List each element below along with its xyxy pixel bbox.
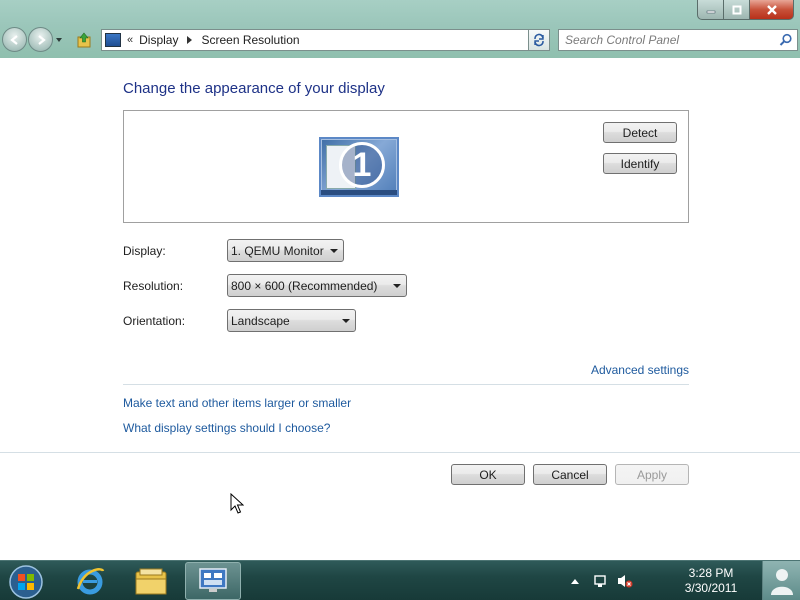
search-box xyxy=(558,29,798,51)
detect-button[interactable]: Detect xyxy=(603,122,677,143)
recent-pages-dropdown[interactable] xyxy=(53,27,65,52)
back-arrow-icon xyxy=(9,34,18,45)
caption-buttons xyxy=(697,0,794,20)
refresh-icon xyxy=(534,33,544,47)
network-icon[interactable] xyxy=(593,573,609,589)
display-select-value: 1. QEMU Monitor xyxy=(231,243,324,258)
chevron-down-icon xyxy=(330,249,338,253)
internet-explorer-icon xyxy=(76,568,105,595)
maximize-icon xyxy=(732,5,741,14)
breadcrumb-overflow[interactable]: « xyxy=(127,34,133,46)
taskbar-screen-resolution[interactable] xyxy=(185,562,241,600)
taskbar-internet-explorer[interactable] xyxy=(62,562,118,600)
display-select[interactable]: 1. QEMU Monitor xyxy=(227,239,344,262)
address-bar[interactable]: « Display Screen Resolution xyxy=(101,29,550,51)
monitor-number-badge: 1 xyxy=(339,142,385,188)
volume-muted-icon[interactable] xyxy=(617,573,633,589)
orientation-select[interactable]: Landscape xyxy=(227,309,356,332)
title-bar: « Display Screen Resolution xyxy=(0,0,800,58)
ok-button[interactable]: OK xyxy=(451,464,525,485)
maximize-button[interactable] xyxy=(724,0,750,20)
monitor-preview-taskbar xyxy=(321,190,397,195)
taskbar: 3:28 PM 3/30/2011 xyxy=(0,560,800,600)
monitor-arrangement-panel: 1 Detect Identify xyxy=(123,110,689,223)
chevron-down-icon xyxy=(342,319,350,323)
user-avatar-button[interactable] xyxy=(762,561,800,600)
apply-button[interactable]: Apply xyxy=(615,464,689,485)
search-icon[interactable] xyxy=(779,33,793,47)
orientation-label: Orientation: xyxy=(123,314,186,328)
display-label: Display: xyxy=(123,244,166,258)
monitor-thumbnail[interactable]: 1 xyxy=(319,137,399,197)
content-area: Change the appearance of your display 1 … xyxy=(0,58,800,560)
control-panel-icon xyxy=(105,33,121,47)
taskbar-windows-explorer[interactable] xyxy=(123,562,179,600)
text-size-link[interactable]: Make text and other items larger or smal… xyxy=(123,396,351,410)
display-help-link[interactable]: What display settings should I choose? xyxy=(123,421,330,435)
refresh-button[interactable] xyxy=(528,29,550,51)
forward-arrow-icon xyxy=(37,34,46,45)
display-control-panel-icon xyxy=(199,568,227,592)
search-input[interactable] xyxy=(559,30,773,50)
back-button[interactable] xyxy=(2,27,27,52)
cancel-button[interactable]: Cancel xyxy=(533,464,607,485)
clock-date: 3/30/2011 xyxy=(684,581,738,595)
start-orb-icon[interactable] xyxy=(6,564,46,600)
chevron-down-icon xyxy=(393,284,401,288)
button-bar-divider xyxy=(0,452,800,453)
resolution-select[interactable]: 800 × 600 (Recommended) xyxy=(227,274,407,297)
close-button[interactable] xyxy=(750,0,794,20)
forward-button[interactable] xyxy=(28,27,53,52)
identify-button[interactable]: Identify xyxy=(603,153,677,174)
close-icon xyxy=(766,4,777,15)
screen-resolution-window: « Display Screen Resolution Change the a… xyxy=(0,0,800,560)
navigation-buttons xyxy=(2,27,65,52)
breadcrumb-separator-icon[interactable] xyxy=(187,36,193,44)
system-clock[interactable]: 3:28 PM 3/30/2011 xyxy=(676,566,746,596)
resolution-label: Resolution: xyxy=(123,279,184,293)
section-divider xyxy=(123,384,689,385)
breadcrumb-display[interactable]: Display xyxy=(139,33,178,47)
advanced-settings-link[interactable]: Advanced settings xyxy=(591,363,689,377)
user-icon xyxy=(770,569,793,595)
windows-explorer-icon xyxy=(135,568,167,595)
resolution-select-value: 800 × 600 (Recommended) xyxy=(231,278,378,293)
orientation-select-value: Landscape xyxy=(231,313,290,328)
minimize-button[interactable] xyxy=(697,0,724,20)
show-hidden-icons-button[interactable] xyxy=(571,578,579,584)
page-title: Change the appearance of your display xyxy=(123,80,385,97)
clock-time: 3:28 PM xyxy=(688,566,734,580)
mouse-pointer-icon xyxy=(230,493,244,514)
breadcrumb-screen-resolution[interactable]: Screen Resolution xyxy=(201,33,299,47)
up-folder-icon[interactable] xyxy=(77,32,91,48)
minimize-icon xyxy=(706,10,715,13)
